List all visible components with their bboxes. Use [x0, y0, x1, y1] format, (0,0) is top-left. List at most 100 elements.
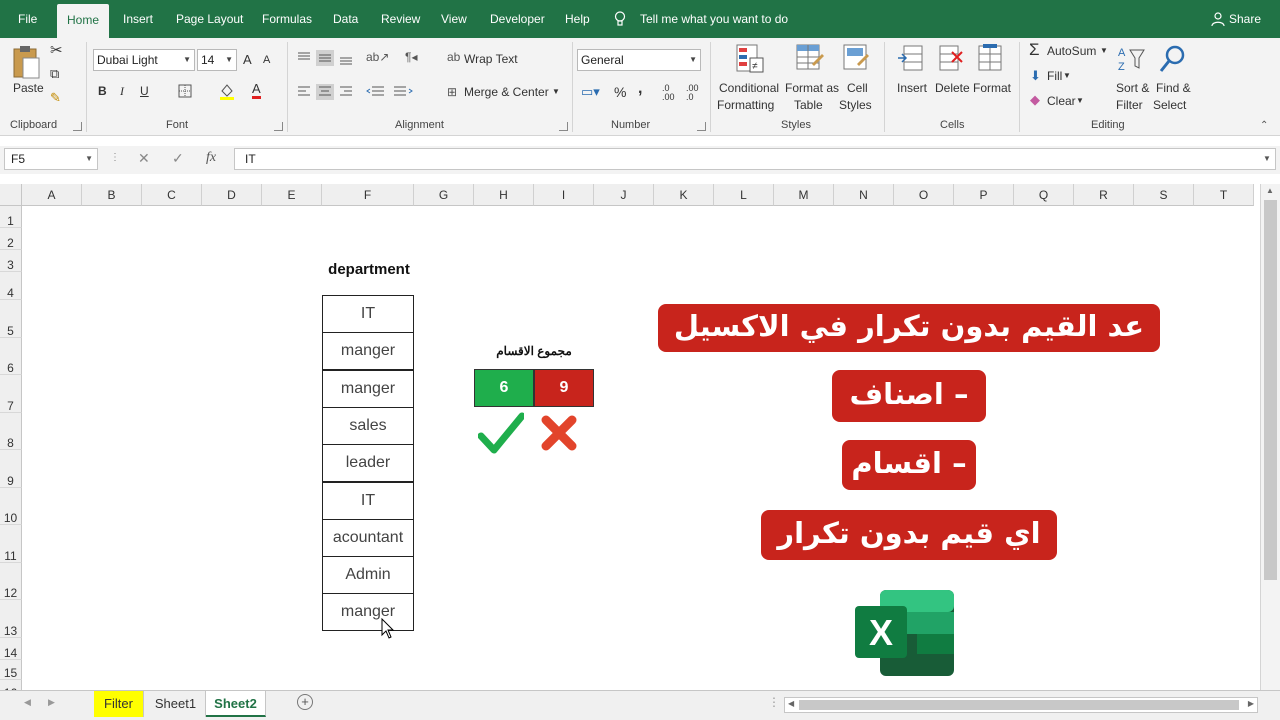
insert-cells-button[interactable]: Insert — [897, 81, 927, 95]
tab-formulas[interactable]: Formulas — [262, 0, 312, 38]
department-cell[interactable]: manger — [322, 332, 414, 371]
scroll-right-icon[interactable]: ▶ — [1248, 699, 1254, 708]
department-cell[interactable]: sales — [322, 406, 414, 445]
tab-home[interactable]: Home — [57, 4, 110, 38]
underline-button[interactable]: U — [140, 84, 149, 98]
enter-button[interactable]: ✓ — [172, 150, 184, 167]
format-painter-icon[interactable]: ✎ — [50, 90, 61, 106]
percent-button[interactable]: % — [614, 84, 626, 100]
fill-button[interactable]: Fill — [1047, 69, 1062, 83]
tab-page-layout[interactable]: Page Layout — [176, 0, 243, 38]
font-size-dropdown[interactable]: 14 ▼ — [197, 49, 237, 71]
merge-center-button[interactable]: Merge & Center — [464, 85, 549, 99]
tab-developer[interactable]: Developer — [490, 0, 545, 38]
increase-decimal-button[interactable]: .0 .00 — [662, 84, 680, 102]
table-label[interactable]: Table — [794, 98, 823, 112]
cut-icon[interactable]: ✂ — [50, 41, 63, 59]
font-name-dropdown[interactable]: Dubai Light ▼ — [93, 49, 195, 71]
tell-me-search[interactable]: Tell me what you want to do — [640, 0, 788, 38]
scroll-up-icon[interactable]: ▲ — [1266, 186, 1274, 195]
column-header[interactable]: K — [654, 184, 714, 206]
add-sheet-button[interactable]: + — [297, 694, 313, 710]
chevron-down-icon[interactable]: ▼ — [552, 87, 560, 96]
tab-view[interactable]: View — [441, 0, 467, 38]
vertical-scrollbar[interactable]: ▲ — [1260, 184, 1280, 690]
column-header[interactable]: G — [414, 184, 474, 206]
horizontal-scrollbar[interactable]: ◀ ▶ — [784, 697, 1258, 713]
horizontal-scroll-thumb[interactable] — [799, 700, 1239, 710]
column-header[interactable]: E — [262, 184, 322, 206]
clipboard-launcher-icon[interactable] — [73, 122, 82, 131]
number-launcher-icon[interactable] — [697, 122, 706, 131]
decrease-decimal-button[interactable]: .00 .0 — [686, 84, 704, 102]
cell-label[interactable]: Cell — [847, 81, 868, 95]
column-header[interactable]: I — [534, 184, 594, 206]
tab-review[interactable]: Review — [381, 0, 420, 38]
row-header[interactable]: 13 — [0, 600, 22, 638]
row-header[interactable]: 1 — [0, 206, 22, 228]
italic-button[interactable]: I — [120, 84, 124, 99]
row-header[interactable]: 2 — [0, 228, 22, 250]
vertical-align-icons[interactable] — [296, 50, 356, 66]
grow-font-button[interactable]: A — [243, 52, 252, 67]
row-header[interactable]: 10 — [0, 488, 22, 525]
clear-button[interactable]: Clear — [1047, 94, 1076, 108]
sheet-tab[interactable]: Sheet1 — [146, 691, 206, 717]
row-header[interactable]: 15 — [0, 660, 22, 680]
find-select-icon[interactable] — [1158, 44, 1188, 74]
shrink-font-button[interactable]: A — [263, 54, 270, 66]
filter-label[interactable]: Filter — [1116, 98, 1143, 112]
department-cell[interactable]: IT — [322, 295, 414, 333]
vertical-scroll-thumb[interactable] — [1264, 200, 1277, 580]
delete-cells-button[interactable]: Delete — [935, 81, 970, 95]
column-header[interactable]: L — [714, 184, 774, 206]
column-header[interactable]: S — [1134, 184, 1194, 206]
next-sheet-icon[interactable]: ▶ — [48, 697, 55, 708]
sort-label[interactable]: Sort & — [1116, 81, 1149, 95]
row-header[interactable]: 9 — [0, 450, 22, 488]
conditional-formatting-icon[interactable]: ≠ — [736, 44, 764, 74]
collapse-ribbon-icon[interactable]: ⌃ — [1260, 120, 1268, 131]
department-cell[interactable]: manger — [322, 369, 414, 408]
insert-cells-icon[interactable] — [898, 44, 924, 74]
chevron-down-icon[interactable]: ▼ — [1063, 71, 1071, 80]
row-header[interactable]: 3 — [0, 250, 22, 272]
department-cell[interactable]: IT — [322, 481, 414, 520]
column-header[interactable]: N — [834, 184, 894, 206]
worksheet-grid[interactable]: ABCDEFGHIJKLMNOPQRST 1 2 3 4 5 6 7 8 9 10 11 12 13 14… — [0, 184, 1280, 690]
rtl-icon[interactable]: ¶◂ — [405, 50, 417, 64]
delete-cells-icon[interactable] — [938, 44, 964, 74]
row-header[interactable]: 16 — [0, 680, 22, 690]
alignment-launcher-icon[interactable] — [559, 122, 568, 131]
font-color-button[interactable]: A — [252, 82, 261, 99]
column-header[interactable]: J — [594, 184, 654, 206]
select-all-corner[interactable] — [0, 184, 22, 206]
horizontal-align-icons[interactable] — [296, 84, 356, 100]
row-header[interactable]: 11 — [0, 525, 22, 563]
row-header[interactable]: 12 — [0, 563, 22, 600]
comma-button[interactable]: , — [638, 80, 642, 98]
department-cell[interactable]: Admin — [322, 556, 414, 595]
copy-icon[interactable]: ⧉ — [50, 66, 59, 82]
format-cells-button[interactable]: Format — [973, 81, 1011, 95]
sort-filter-icon[interactable]: A Z — [1116, 44, 1146, 74]
row-header[interactable]: 6 — [0, 338, 22, 375]
column-header[interactable]: Q — [1014, 184, 1074, 206]
column-header[interactable]: B — [82, 184, 142, 206]
column-header[interactable]: H — [474, 184, 534, 206]
tab-file[interactable]: File — [18, 0, 37, 38]
sheet-tab[interactable]: Filter — [94, 691, 144, 717]
row-header[interactable]: 4 — [0, 272, 22, 300]
wrap-text-button[interactable]: Wrap Text — [464, 52, 518, 66]
styles-word-label[interactable]: Styles — [839, 98, 872, 112]
chevron-down-icon[interactable]: ▼ — [1100, 46, 1108, 55]
formatting-label[interactable]: Formatting — [717, 98, 774, 112]
tab-insert[interactable]: Insert — [123, 0, 153, 38]
tab-data[interactable]: Data — [333, 0, 358, 38]
name-box[interactable]: F5 ▼ — [4, 148, 98, 170]
insert-function-button[interactable]: fx — [206, 150, 216, 166]
sheet-tab[interactable]: Sheet2 — [206, 691, 266, 717]
format-cells-icon[interactable] — [977, 44, 1003, 74]
bold-button[interactable]: B — [98, 84, 107, 98]
column-header[interactable]: A — [22, 184, 82, 206]
